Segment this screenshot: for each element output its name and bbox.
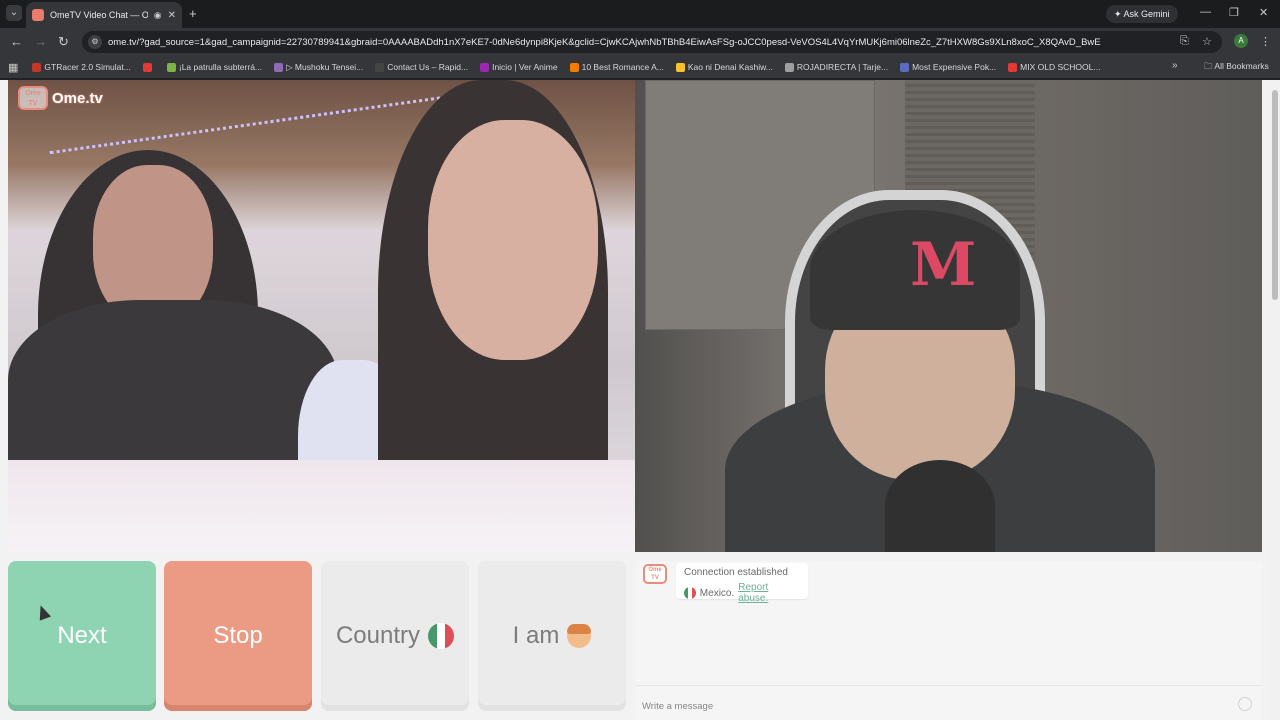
report-abuse-link[interactable]: Report abuse.	[738, 582, 800, 604]
ask-gemini-label: Ask Gemini	[1123, 9, 1170, 19]
close-tab-icon[interactable]: ✕	[168, 10, 176, 21]
bookmark-item[interactable]: Kao ni Denai Kashiw...	[675, 62, 773, 73]
boy-icon	[567, 624, 592, 648]
bookmark-item[interactable]: ROJADIRECTA | Tarje...	[784, 62, 889, 73]
ask-gemini-button[interactable]: ✦ Ask Gemini	[1106, 5, 1178, 23]
minimize-icon[interactable]: —	[1200, 6, 1211, 18]
bookmark-item[interactable]: 10 Best Romance A...	[569, 62, 664, 73]
cap-logo: M	[910, 230, 977, 300]
ometv-page: Ome TV Ome.tv M Next Stop Country I am O…	[0, 80, 1270, 720]
new-tab-icon[interactable]: +	[189, 6, 197, 21]
bookmark-favicon-icon	[675, 62, 685, 72]
baseball-cap: M	[810, 210, 1020, 330]
country-name: Mexico.	[699, 587, 735, 599]
recording-icon: ◉	[153, 9, 162, 20]
close-window-icon[interactable]: ✕	[1259, 6, 1268, 19]
bookmark-favicon-icon	[784, 62, 794, 72]
bookmark-label: Kao ni Denai Kashiw...	[687, 62, 773, 72]
emoji-icon[interactable]	[1238, 697, 1252, 711]
bookmark-favicon-icon	[900, 62, 910, 72]
bookmark-label: ¡La patrulla subterrá...	[178, 62, 263, 72]
back-icon[interactable]: ←	[10, 34, 23, 49]
bookmark-star-icon[interactable]: ☆	[1202, 35, 1212, 48]
ometv-logo-text: Ome.tv	[52, 89, 103, 107]
bookmark-favicon-icon	[480, 62, 490, 72]
gender-label: I am	[512, 622, 560, 649]
ometv-favicon-icon	[32, 9, 44, 21]
bookmark-favicon-icon	[32, 62, 42, 72]
bookmark-label: Most Expensive Pok...	[912, 62, 997, 72]
bookmark-item[interactable]: MIX OLD SCHOOL...	[1008, 62, 1100, 73]
blanket	[8, 460, 635, 552]
microphone	[885, 460, 995, 552]
ometv-logo[interactable]: Ome TV Ome.tv	[18, 86, 103, 110]
country-label: Country	[335, 622, 421, 649]
partner-country: Mexico. Report abuse.	[684, 582, 800, 604]
bookmark-favicon-icon	[166, 62, 176, 72]
bookmark-item[interactable]: Inicio | Ver Anime	[480, 62, 558, 73]
bookmark-favicon-icon	[1008, 62, 1018, 72]
forward-icon[interactable]: →	[34, 34, 47, 49]
browser-chrome: ⌄ OmeTV Video Chat — Ome ◉ ✕ + ✦ Ask Gem…	[0, 0, 1280, 80]
system-message: Connection established Mexico. Report ab…	[676, 563, 808, 604]
mexico-flag-icon	[428, 623, 455, 649]
next-button[interactable]: Next	[8, 561, 156, 711]
tab-title: OmeTV Video Chat — Ome	[50, 10, 148, 20]
bookmark-list: GTRacer 2.0 Simulat... ¡La patrulla subte…	[32, 62, 1112, 73]
message-input[interactable]	[642, 701, 1222, 712]
bookmark-label: ▷ Mushoku Tensei...	[286, 61, 364, 72]
bookmark-favicon-icon	[274, 62, 284, 72]
apps-icon[interactable]: ▦	[8, 61, 18, 74]
menu-icon[interactable]: ⋮	[1260, 35, 1271, 48]
bookmark-favicon-icon	[375, 62, 385, 72]
site-info-icon[interactable]: ⚙	[88, 35, 102, 49]
restore-icon[interactable]: ❐	[1229, 6, 1239, 19]
country-button[interactable]: Country	[321, 561, 469, 711]
scrollbar-thumb[interactable]	[1272, 90, 1278, 300]
reload-icon[interactable]: ↻	[58, 34, 69, 50]
bookmark-label: Inicio | Ver Anime	[492, 62, 558, 72]
bookmark-favicon-icon	[569, 62, 579, 72]
bookmark-label: 10 Best Romance A...	[581, 62, 664, 72]
message-composer	[636, 685, 1262, 720]
install-app-icon[interactable]: ⎘	[1180, 35, 1189, 48]
bookmark-item[interactable]	[142, 62, 155, 73]
next-label: Next	[57, 622, 107, 649]
bookmark-label: MIX OLD SCHOOL...	[1020, 62, 1101, 72]
bookmark-item[interactable]: ¡La patrulla subterrá...	[166, 62, 263, 73]
tab-search-icon[interactable]: ⌄	[6, 5, 22, 21]
bookmark-label: ROJADIRECTA | Tarje...	[796, 62, 889, 72]
profile-avatar[interactable]: A	[1234, 34, 1248, 48]
all-bookmarks-label: All Bookmarks	[1214, 61, 1269, 71]
bookmark-label: GTRacer 2.0 Simulat...	[44, 62, 131, 72]
stop-button[interactable]: Stop	[164, 561, 312, 711]
person-face	[428, 120, 598, 360]
url-text[interactable]: ome.tv/?gad_source=1&gad_campaignid=2273…	[108, 37, 1168, 48]
bookmark-item[interactable]: Most Expensive Pok...	[900, 62, 996, 73]
chat-controls: Next Stop Country I am	[8, 561, 628, 711]
bookmarks-bar: ▦ GTRacer 2.0 Simulat... ¡La patrulla sub…	[0, 56, 1280, 78]
mexico-flag-icon	[684, 587, 696, 599]
bookmark-favicon-icon	[142, 62, 152, 72]
ometv-logo-icon: Ome TV	[18, 86, 48, 110]
address-bar[interactable]: ⚙ ome.tv/?gad_source=1&gad_campaignid=22…	[82, 31, 1222, 53]
bookmark-item[interactable]: Contact Us – Rapid...	[375, 62, 468, 73]
tab-ometv[interactable]: OmeTV Video Chat — Ome ◉ ✕	[26, 2, 182, 28]
bookmark-label: Contact Us – Rapid...	[387, 62, 469, 72]
page-scrollbar[interactable]	[1270, 80, 1280, 720]
tab-bar: ⌄ OmeTV Video Chat — Ome ◉ ✕ + ✦ Ask Gem…	[0, 0, 1280, 28]
bookmark-item[interactable]: ▷ Mushoku Tensei...	[274, 62, 363, 73]
more-bookmarks-icon[interactable]: »	[1172, 60, 1178, 71]
connection-status: Connection established	[684, 567, 788, 578]
all-bookmarks[interactable]: 🗀 All Bookmarks	[1204, 61, 1269, 75]
gender-button[interactable]: I am	[478, 561, 626, 711]
stranger-video: Ome TV Ome.tv	[8, 80, 635, 552]
chat-panel: Ome TV Connection established Mexico. Re…	[636, 561, 1262, 720]
self-video: M	[635, 80, 1262, 552]
stop-label: Stop	[213, 622, 263, 649]
ometv-chat-icon: Ome TV	[643, 564, 667, 584]
bookmark-item[interactable]: GTRacer 2.0 Simulat...	[32, 62, 131, 73]
toolbar: ← → ↻ ⚙ ome.tv/?gad_source=1&gad_campaig…	[0, 28, 1280, 56]
